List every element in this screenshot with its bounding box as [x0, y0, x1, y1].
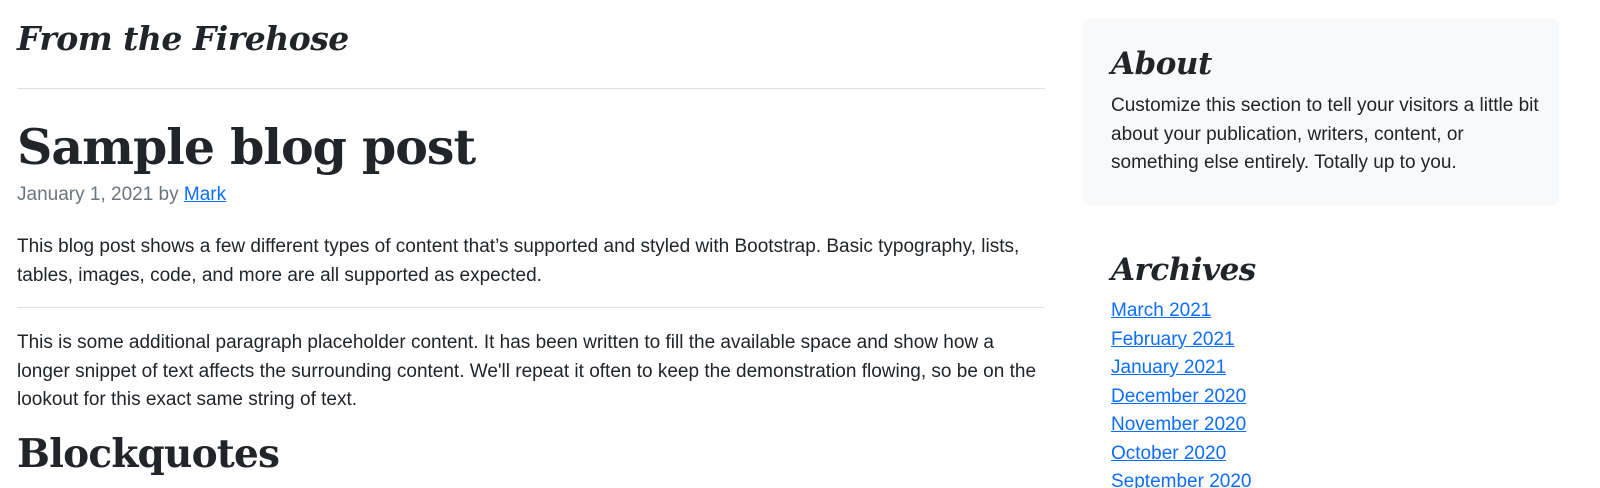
post-intro: This blog post shows a few different typ… [17, 236, 1020, 286]
author-link[interactable]: Mark [184, 184, 226, 205]
list-item: October 2020 [1111, 440, 1252, 469]
list-item: December 2020 [1111, 383, 1252, 412]
archive-link[interactable]: November 2020 [1111, 414, 1246, 435]
archive-link[interactable]: September 2020 [1111, 471, 1252, 488]
archive-link[interactable]: March 2021 [1111, 300, 1211, 321]
post-title: Sample blog post [17, 118, 476, 176]
divider [17, 88, 1045, 89]
divider [17, 307, 1045, 308]
archive-link[interactable]: January 2021 [1111, 357, 1226, 378]
post-paragraph: This is some additional paragraph placeh… [17, 332, 1037, 410]
list-item: January 2021 [1111, 354, 1252, 383]
archive-link[interactable]: December 2020 [1111, 386, 1246, 407]
list-item: November 2020 [1111, 411, 1252, 440]
blockquotes-heading: Blockquotes [17, 431, 280, 477]
archives-title: Archives [1111, 252, 1256, 288]
page: From the Firehose Sample blog post Janua… [0, 0, 1600, 488]
archives-list: March 2021 February 2021 January 2021 De… [1111, 297, 1252, 488]
list-item: March 2021 [1111, 297, 1252, 326]
archive-link[interactable]: February 2021 [1111, 329, 1235, 350]
post-date: January 1, 2021 by [17, 184, 184, 205]
section-heading: From the Firehose [17, 19, 349, 58]
post-meta: January 1, 2021 by Mark [17, 182, 226, 208]
list-item: February 2021 [1111, 326, 1252, 355]
about-text: Customize this section to tell your visi… [1111, 95, 1539, 173]
archive-link[interactable]: October 2020 [1111, 443, 1226, 464]
list-item: September 2020 [1111, 468, 1252, 488]
about-title: About [1111, 46, 1212, 82]
